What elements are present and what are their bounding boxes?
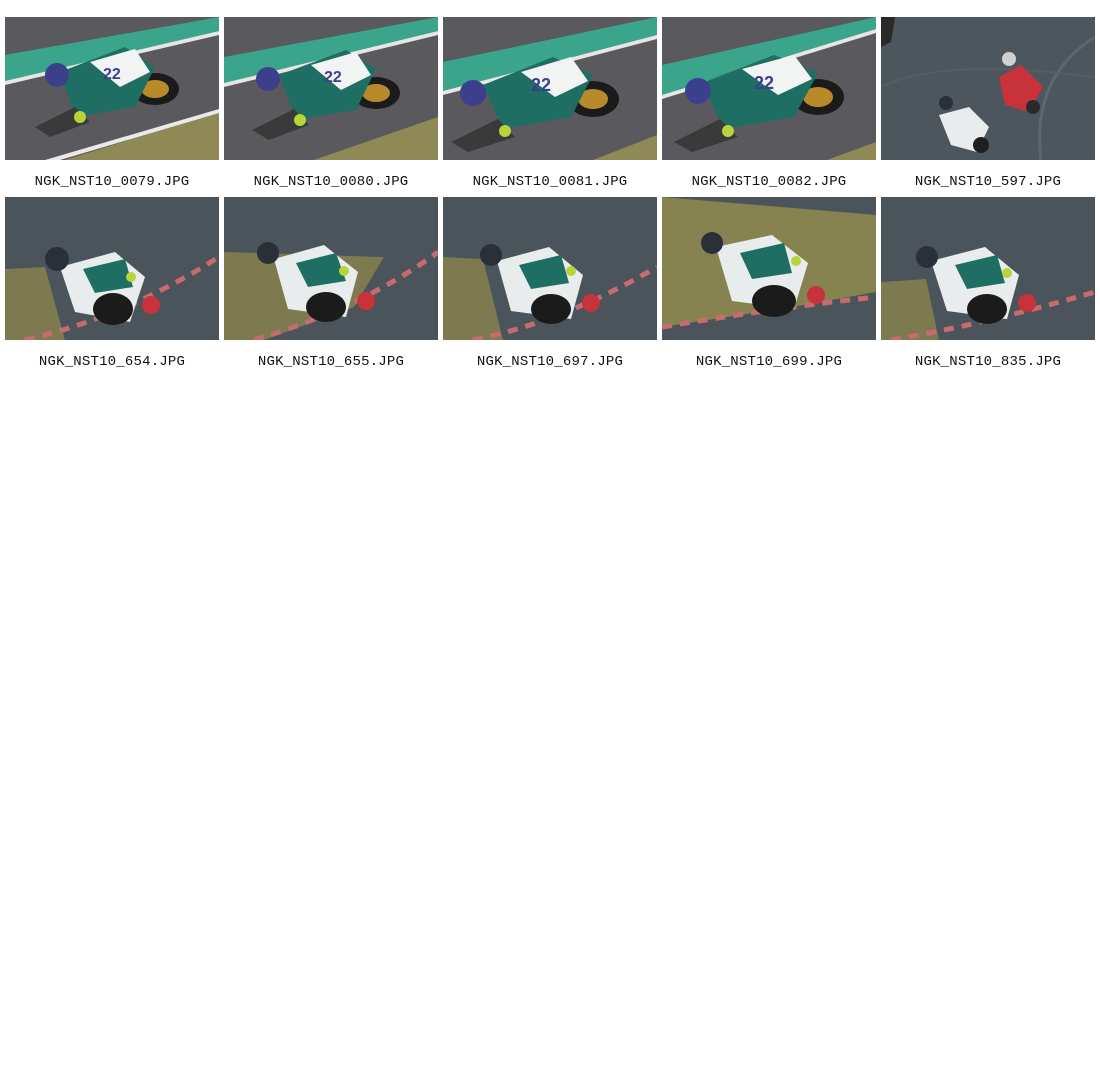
photo-thumbnail[interactable]: 22 (224, 17, 438, 160)
motorcycle-photo (224, 197, 438, 340)
filename-label: NGK_NST10_655.JPG (257, 354, 405, 370)
filename-label: NGK_NST10_835.JPG (914, 354, 1062, 370)
filename-label: NGK_NST10_697.JPG (476, 354, 624, 370)
gallery-item[interactable]: 22 NGK_NST10_0082.JPG (662, 17, 876, 197)
filename-label: NGK_NST10_0081.JPG (472, 174, 628, 190)
gallery-item[interactable]: 22 NGK_NST10_0081.JPG (443, 17, 657, 197)
photo-thumbnail[interactable]: 22 (443, 17, 657, 160)
filename-label: NGK_NST10_0082.JPG (691, 174, 847, 190)
gallery-item[interactable]: NGK_NST10_655.JPG (224, 197, 438, 377)
motorcycle-photo (881, 197, 1095, 340)
thumbnail-gallery: 22 NGK_NST10_0079.JPG 22 NGK_NST10_0080.… (5, 17, 1095, 377)
photo-thumbnail[interactable] (881, 197, 1095, 340)
motorcycle-photo (881, 17, 1095, 160)
gallery-item[interactable]: NGK_NST10_697.JPG (443, 197, 657, 377)
photo-thumbnail[interactable] (443, 197, 657, 340)
filename-label: NGK_NST10_597.JPG (914, 174, 1062, 190)
filename-label: NGK_NST10_654.JPG (38, 354, 186, 370)
gallery-item[interactable]: 22 NGK_NST10_0079.JPG (5, 17, 219, 197)
filename-label: NGK_NST10_0079.JPG (34, 174, 190, 190)
motorcycle-photo (662, 197, 876, 340)
gallery-item[interactable]: NGK_NST10_597.JPG (881, 17, 1095, 197)
photo-thumbnail[interactable] (881, 17, 1095, 160)
motorcycle-photo: 22 (5, 17, 219, 160)
photo-thumbnail[interactable]: 22 (5, 17, 219, 160)
motorcycle-photo: 22 (224, 17, 438, 160)
filename-label: NGK_NST10_699.JPG (695, 354, 843, 370)
motorcycle-photo (443, 197, 657, 340)
photo-thumbnail[interactable] (662, 197, 876, 340)
gallery-item[interactable]: NGK_NST10_699.JPG (662, 197, 876, 377)
filename-label: NGK_NST10_0080.JPG (253, 174, 409, 190)
svg-text:22: 22 (103, 66, 121, 83)
motorcycle-photo: 22 (662, 17, 876, 160)
gallery-item[interactable]: NGK_NST10_654.JPG (5, 197, 219, 377)
photo-thumbnail[interactable] (5, 197, 219, 340)
gallery-item[interactable]: NGK_NST10_835.JPG (881, 197, 1095, 377)
motorcycle-photo: 22 (443, 17, 657, 160)
motorcycle-photo (5, 197, 219, 340)
photo-thumbnail[interactable]: 22 (662, 17, 876, 160)
svg-text:22: 22 (754, 73, 774, 93)
svg-text:22: 22 (531, 75, 551, 95)
photo-thumbnail[interactable] (224, 197, 438, 340)
svg-text:22: 22 (324, 69, 342, 86)
gallery-item[interactable]: 22 NGK_NST10_0080.JPG (224, 17, 438, 197)
